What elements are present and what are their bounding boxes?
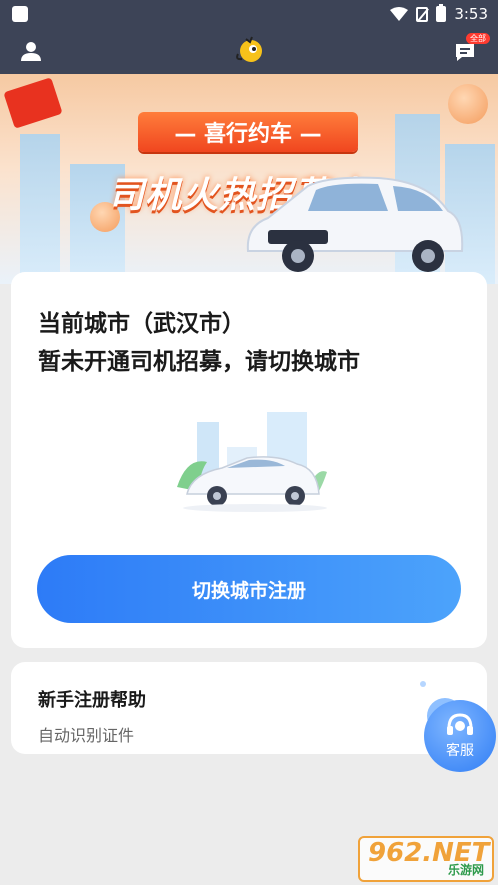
banner-ribbon: — 喜行约车 — bbox=[138, 112, 358, 152]
city-card: 当前城市（武汉市） 暂未开通司机招募，请切换城市 切换城市注册 bbox=[11, 272, 487, 648]
switch-city-register-button[interactable]: 切换城市注册 bbox=[37, 555, 461, 623]
sim-icon bbox=[416, 6, 429, 22]
status-bar: 3:53 bbox=[0, 0, 498, 30]
site-watermark: 962.NET 乐游网 bbox=[358, 836, 494, 882]
current-city: 当前城市（武汉市） bbox=[38, 311, 245, 337]
notification-icon bbox=[12, 6, 28, 22]
car-illustration bbox=[246, 176, 464, 272]
message-badge: 全部 bbox=[466, 33, 490, 44]
watermark-subtext: 乐游网 bbox=[447, 863, 484, 877]
help-subtitle: 自动识别证件 bbox=[38, 726, 135, 745]
red-envelope-decoration bbox=[3, 77, 63, 129]
help-card[interactable]: 新手注册帮助 自动识别证件 bbox=[11, 662, 487, 754]
car-city-illustration bbox=[177, 412, 327, 512]
app-bar: 全部 bbox=[0, 30, 498, 74]
customer-service-label: 客服 bbox=[446, 743, 474, 759]
headset-icon bbox=[447, 713, 473, 735]
battery-icon bbox=[436, 4, 447, 22]
clock: 3:53 bbox=[454, 5, 488, 23]
recruit-status-message: 暂未开通司机招募，请切换城市 bbox=[38, 349, 360, 375]
recruit-banner[interactable]: — 喜行约车 — 司机火热招募中 bbox=[0, 74, 498, 284]
coin-decoration bbox=[448, 84, 488, 124]
user-icon[interactable] bbox=[20, 40, 42, 62]
help-title: 新手注册帮助 bbox=[38, 690, 146, 711]
logo-icon bbox=[236, 36, 262, 62]
status-indicators: 3:53 bbox=[390, 4, 488, 23]
building-decoration bbox=[20, 134, 60, 284]
customer-service-button[interactable]: 客服 bbox=[424, 700, 496, 772]
wifi-icon bbox=[390, 7, 409, 21]
message-icon[interactable] bbox=[454, 41, 476, 63]
